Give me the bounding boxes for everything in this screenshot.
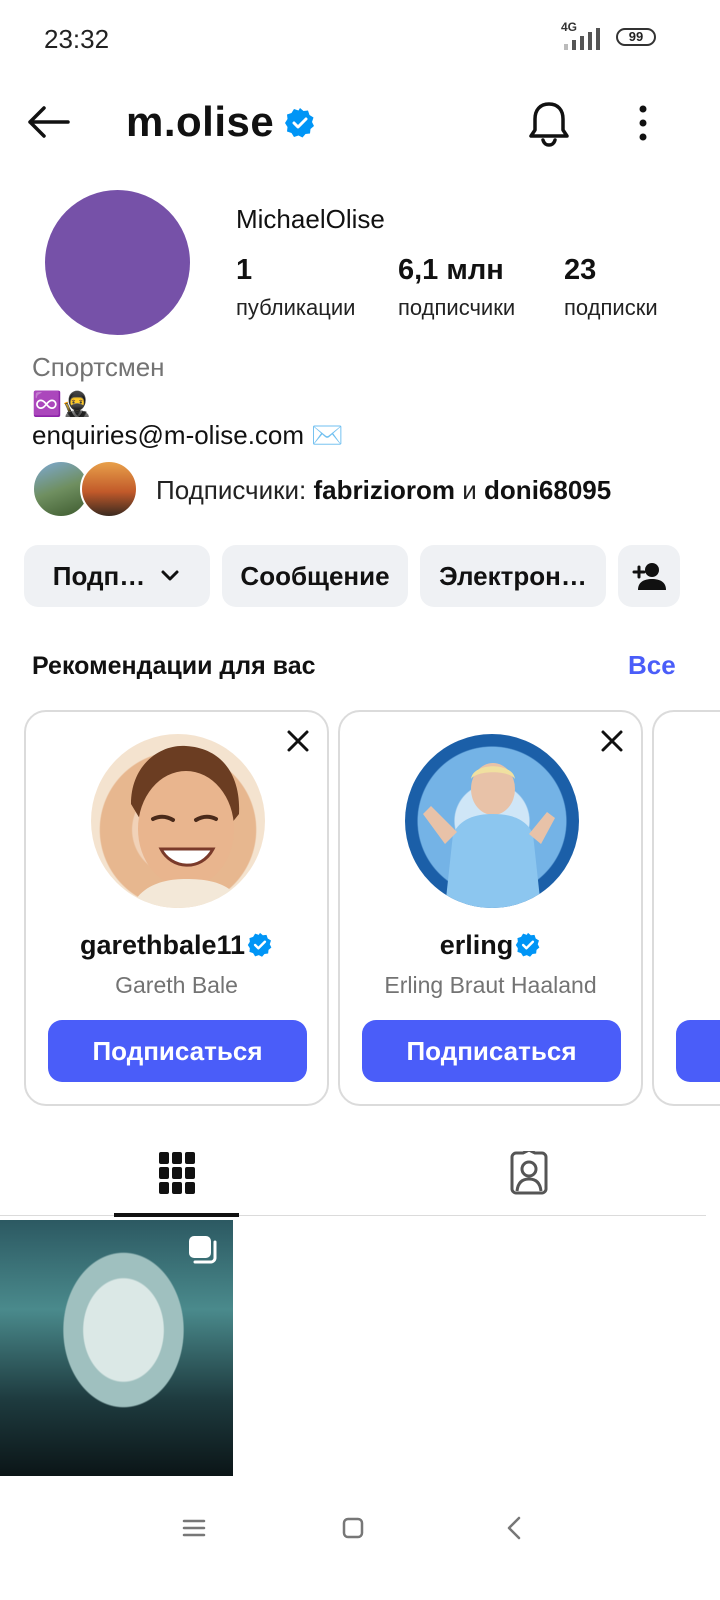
follow-button-partial[interactable] <box>676 1020 720 1082</box>
see-all-link[interactable]: Все <box>628 650 676 681</box>
status-time: 23:32 <box>44 24 110 54</box>
player-illustration <box>423 763 555 908</box>
more-options-button[interactable] <box>626 98 660 148</box>
profile-category: Спортсмен <box>32 352 165 382</box>
email-button[interactable]: Электрон… <box>420 545 606 607</box>
profile-username: m.olise <box>126 98 275 145</box>
menu-icon <box>182 1519 206 1537</box>
system-navigation-bar <box>0 1478 720 1600</box>
profile-header: m.olise <box>0 80 720 164</box>
recommendations-title: Рекомендации для вас <box>32 652 316 680</box>
bell-icon <box>529 102 569 147</box>
profile-tabs <box>0 1130 706 1217</box>
more-vertical-icon <box>639 105 647 141</box>
add-user-icon <box>632 563 666 590</box>
following-button-label: Подп… <box>52 560 146 591</box>
grid-icon <box>158 1152 195 1194</box>
suggestion-avatar[interactable] <box>91 734 265 908</box>
square-icon <box>342 1517 364 1539</box>
tagged-person-icon <box>510 1151 547 1195</box>
follow-button[interactable]: Подписаться <box>48 1020 307 1082</box>
suggestion-username-text: erling <box>439 930 514 960</box>
follow-button[interactable]: Подписаться <box>362 1020 621 1082</box>
stat-value: 1 <box>236 254 253 286</box>
follower-name: fabriziorom <box>313 475 456 505</box>
chevron-left-icon <box>507 1516 521 1540</box>
post-image-content <box>30 1250 200 1450</box>
followed-by-avatars[interactable] <box>32 460 142 520</box>
active-tab-indicator <box>114 1213 239 1217</box>
recent-apps-button[interactable] <box>174 1508 214 1548</box>
arrow-left-icon <box>28 106 70 138</box>
profile-avatar[interactable] <box>45 190 190 335</box>
stat-value: 6,1 млн <box>398 254 504 286</box>
stat-followers[interactable]: 6,1 млн подписчики <box>398 254 515 321</box>
suggestion-full-name: Gareth Bale <box>115 972 238 998</box>
chevron-down-icon <box>161 570 179 581</box>
stat-label: подписчики <box>398 295 516 320</box>
close-icon[interactable] <box>599 728 625 754</box>
status-bar: 23:32 4G 99 <box>0 0 720 78</box>
notifications-button[interactable] <box>524 96 574 150</box>
back-button[interactable] <box>20 98 76 146</box>
battery-indicator: 99 <box>616 28 656 46</box>
stat-following[interactable]: 23 подписки <box>564 254 658 321</box>
follower-avatar <box>80 460 138 518</box>
suggestion-card-partial[interactable] <box>652 710 720 1106</box>
suggestion-avatar[interactable] <box>405 734 579 908</box>
suggestion-username-text: garethbale11 <box>79 930 246 960</box>
post-thumbnail[interactable] <box>0 1220 233 1476</box>
suggestion-card[interactable]: garethbale11 Gareth Bale Подписаться <box>24 710 329 1106</box>
stat-value: 23 <box>564 254 597 286</box>
suggestion-username: erling <box>340 930 641 961</box>
follower-name: doni68095 <box>484 475 612 505</box>
verified-badge-icon <box>285 108 314 138</box>
signal-icon <box>564 28 600 50</box>
tab-tagged[interactable] <box>466 1130 591 1216</box>
message-button[interactable]: Сообщение <box>222 545 408 607</box>
close-icon[interactable] <box>285 728 311 754</box>
stat-posts[interactable]: 1 публикации <box>236 254 355 321</box>
system-back-button[interactable] <box>494 1508 534 1548</box>
home-button[interactable] <box>333 1508 373 1548</box>
followed-by-text[interactable]: Подписчики: fabriziorom и doni68095 <box>156 475 611 506</box>
suggested-users-button[interactable] <box>618 545 680 607</box>
suggestion-card[interactable]: erling Erling Braut Haaland Подписаться <box>338 710 643 1106</box>
stat-label: подписки <box>564 295 658 320</box>
followed-by-conj: и <box>455 475 485 505</box>
followed-by-prefix: Подписчики: <box>156 475 314 505</box>
suggestion-full-name: Erling Braut Haaland <box>384 972 597 998</box>
bio-email-link[interactable]: enquiries@m-olise.com ✉️ <box>32 420 344 451</box>
message-button-label: Сообщение <box>240 560 390 591</box>
face-illustration <box>131 745 241 908</box>
email-button-label: Электрон… <box>439 560 587 591</box>
following-dropdown-button[interactable]: Подп… <box>24 545 210 607</box>
suggestion-username: garethbale11 <box>26 930 327 961</box>
tab-posts-grid[interactable] <box>114 1130 239 1217</box>
stat-label: публикации <box>236 295 356 320</box>
verified-badge-icon <box>247 932 272 957</box>
verified-badge-icon <box>516 932 540 957</box>
bio-emoji: ♾️🥷 <box>32 391 92 418</box>
display-name: MichaelOlise <box>236 204 385 234</box>
carousel-icon <box>189 1236 217 1264</box>
